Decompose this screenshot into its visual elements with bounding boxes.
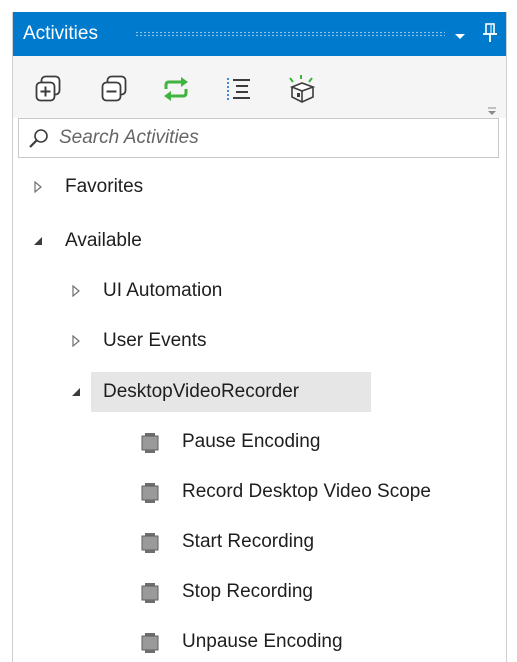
collapse-arrow-icon[interactable] — [70, 386, 82, 398]
activities-panel: Activities Search Activities Favorites A… — [12, 12, 507, 662]
tree-node-label: DesktopVideoRecorder — [103, 381, 300, 402]
activity-icon — [141, 633, 159, 653]
tree-node-label: UI Automation — [103, 280, 223, 301]
activity-label: Start Recording — [182, 531, 315, 552]
activities-tree: Favorites Available UI Automation User E… — [13, 162, 506, 662]
chevron-down-icon — [455, 34, 465, 39]
activity-label: Record Desktop Video Scope — [182, 481, 431, 502]
pin-icon — [483, 23, 497, 42]
refresh-button[interactable] — [161, 74, 191, 104]
activity-icon — [141, 483, 159, 503]
tree-node-label: Available — [65, 230, 142, 251]
expand-arrow-icon[interactable] — [32, 181, 44, 193]
expand-arrow-icon[interactable] — [70, 285, 82, 297]
panel-title: Activities — [23, 23, 98, 44]
show-list-button[interactable] — [224, 74, 254, 104]
tree-node-ui-automation[interactable]: UI Automation — [13, 271, 506, 311]
tree-node-desktop-video-recorder[interactable]: DesktopVideoRecorder — [72, 372, 371, 412]
window-position-dropdown-button[interactable] — [449, 20, 471, 46]
titlebar-grip[interactable] — [135, 31, 445, 37]
expand-all-button[interactable] — [33, 74, 63, 104]
tree-node-label: User Events — [103, 330, 207, 351]
tree-node-available[interactable]: Available — [13, 221, 506, 261]
activity-label: Stop Recording — [182, 581, 313, 602]
activity-icon — [141, 533, 159, 553]
activity-item[interactable]: Pause Encoding — [13, 422, 506, 462]
expand-arrow-icon[interactable] — [70, 335, 82, 347]
activity-icon — [141, 433, 159, 453]
activity-item[interactable]: Record Desktop Video Scope — [13, 472, 506, 512]
pin-button[interactable] — [479, 20, 501, 46]
manage-packages-button[interactable] — [287, 74, 317, 104]
activity-label: Unpause Encoding — [182, 631, 343, 652]
activity-item[interactable]: Stop Recording — [13, 572, 506, 612]
collapse-arrow-icon[interactable] — [32, 235, 44, 247]
manage-packages-icon — [289, 75, 316, 103]
expand-all-icon — [35, 75, 61, 102]
activity-icon — [141, 583, 159, 603]
activity-item[interactable]: Unpause Encoding — [13, 622, 506, 662]
panel-titlebar: Activities — [13, 12, 506, 56]
activity-item[interactable]: Start Recording — [13, 522, 506, 562]
search-box — [18, 118, 499, 158]
search-icon — [29, 129, 48, 148]
collapse-all-button[interactable] — [99, 74, 129, 104]
toolbar-overflow-icon[interactable] — [486, 106, 498, 116]
collapse-all-icon — [101, 75, 127, 102]
refresh-icon — [164, 77, 188, 101]
activities-toolbar — [13, 56, 506, 118]
activity-label: Pause Encoding — [182, 431, 321, 452]
search-input[interactable] — [59, 125, 489, 151]
show-list-icon — [227, 78, 250, 100]
tree-node-user-events[interactable]: User Events — [13, 321, 506, 361]
tree-node-label: Favorites — [65, 176, 144, 197]
tree-node-favorites[interactable]: Favorites — [13, 167, 506, 207]
